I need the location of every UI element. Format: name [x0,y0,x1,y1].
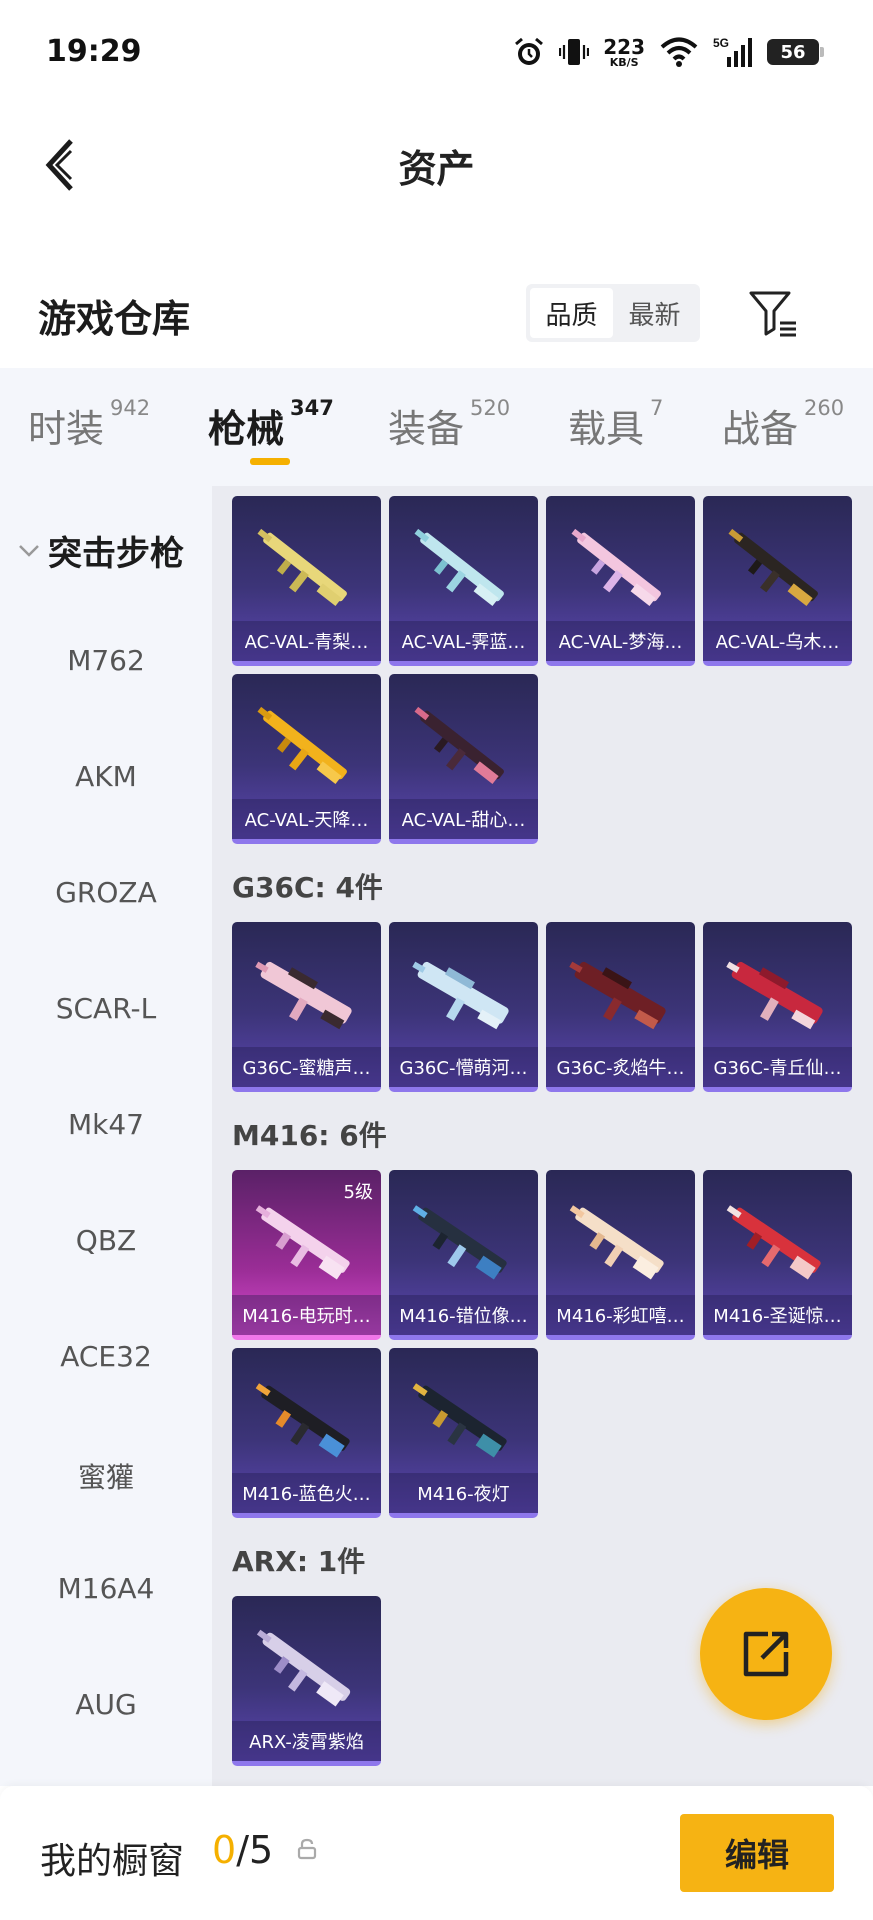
tab-vehicles[interactable]: 载具 7 [568,396,663,453]
sort-option-newest[interactable]: 最新 [613,288,696,338]
alarm-icon [515,37,544,65]
weapon-card[interactable]: M416-错位像… [389,1170,538,1340]
showcase-bar: 我的橱窗 0/5 编辑 [0,1786,873,1920]
vibrate-icon [559,39,590,65]
weapon-card-label: AC-VAL-乌木… [703,621,852,661]
weapon-card[interactable]: G36C-青丘仙… [703,922,852,1092]
group-title-g36c: G36C: 4件 [232,871,383,904]
weapon-skin-image [728,528,818,606]
sidebar-item-akm[interactable]: AKM [0,760,212,793]
weapon-skin-image [412,1383,507,1458]
status-bar: 19:29 223 KB/S 5G 56 [0,0,873,100]
weapon-card-label: AC-VAL-青梨… [232,621,381,661]
page-title: 资产 [398,147,475,191]
share-icon [743,1631,789,1677]
weapon-skin-image [257,528,347,606]
sidebar-item-scar-l[interactable]: SCAR-L [0,992,212,1025]
weapon-skin-image [571,528,661,606]
tab-weapons[interactable]: 枪械 347 [208,396,334,453]
sidebar-group-assault-rifles[interactable]: 突击步枪 [18,526,184,575]
showcase-count: 0/5 [212,1828,274,1872]
sidebar-item-aug[interactable]: AUG [0,1688,212,1721]
weapon-card-label: AC-VAL-天降… [232,799,381,839]
wifi-icon [660,37,698,67]
filter-icon [749,291,796,337]
tab-outfits[interactable]: 时装 942 [28,396,150,453]
weapon-card[interactable]: G36C-懵萌河… [389,922,538,1092]
weapon-card[interactable]: AC-VAL-梦海… [546,496,695,666]
tab-equipment[interactable]: 装备 520 [388,396,510,453]
sidebar-item-m762[interactable]: M762 [0,644,212,677]
weapon-card-label: ARX-凌霄紫焰 [232,1721,381,1761]
weapon-skin-image [414,528,504,606]
sidebar-item-m16a4[interactable]: M16A4 [0,1572,212,1605]
status-icons: 223 KB/S 5G 56 [513,30,824,74]
weapon-skin-image [257,706,347,784]
weapon-skin-image [414,706,504,784]
weapon-card[interactable]: AC-VAL-霁蓝… [389,496,538,666]
weapon-card[interactable]: AC-VAL-青梨… [232,496,381,666]
edit-button[interactable]: 编辑 [680,1814,834,1892]
weapon-card-label: G36C-炙焰牛… [546,1047,695,1087]
weapon-card-label: M416-夜灯 [389,1473,538,1513]
weapon-sidebar: 突击步枪 M762 AKM GROZA SCAR-L Mk47 QBZ ACE3… [0,486,212,1786]
group-title-m416: M416: 6件 [232,1119,387,1152]
weapon-card[interactable]: G36C-炙焰牛… [546,922,695,1092]
weapon-card[interactable]: M416-彩虹嘻… [546,1170,695,1340]
sidebar-item-qbz[interactable]: QBZ [0,1224,212,1257]
category-tabs: 时装 942 枪械 347 装备 520 载具 7 战备 260 [0,368,873,486]
filter-button[interactable] [746,286,800,340]
weapon-card-label: G36C-懵萌河… [389,1047,538,1087]
weapon-card-label: AC-VAL-甜心… [389,799,538,839]
weapon-skin-image [569,1205,664,1280]
weapon-card-label: AC-VAL-梦海… [546,621,695,661]
weapon-card[interactable]: AC-VAL-天降… [232,674,381,844]
weapon-skin-image [255,1383,350,1458]
sidebar-item-ace32[interactable]: ACE32 [0,1340,212,1373]
weapon-card[interactable]: ARX-凌霄紫焰 [232,1596,381,1766]
sort-toggle: 品质 最新 [526,284,700,342]
weapon-skin-image [726,1205,821,1280]
sidebar-item-mk47[interactable]: Mk47 [0,1108,212,1141]
weapon-card-label: AC-VAL-霁蓝… [389,621,538,661]
weapon-card-label: M416-蓝色火… [232,1473,381,1513]
weapon-card-label: M416-圣诞惊… [703,1295,852,1335]
weapon-card-label: G36C-青丘仙… [703,1047,852,1087]
sidebar-item-honey-badger[interactable]: 蜜獾 [0,1456,212,1496]
weapon-card[interactable]: G36C-蜜糖声… [232,922,381,1092]
active-tab-indicator [250,458,290,465]
status-time: 19:29 [46,34,142,69]
weapon-card-label: M416-电玩时… [232,1295,381,1335]
weapon-skin-image [255,1205,350,1280]
lock-icon [297,1838,317,1860]
weapon-skin-image [412,1205,507,1280]
warehouse-title: 游戏仓库 [38,297,191,341]
chevron-down-icon [19,544,39,557]
weapon-card-label: M416-错位像… [389,1295,538,1335]
sidebar-item-groza[interactable]: GROZA [0,876,212,909]
weapon-card-label: G36C-蜜糖声… [232,1047,381,1087]
weapon-skin-image [255,961,352,1030]
battery-icon: 56 [767,39,824,65]
tab-supplies[interactable]: 战备 260 [722,396,844,453]
weapon-card[interactable]: 5级 M416-电玩时… [232,1170,381,1340]
weapon-card[interactable]: AC-VAL-乌木… [703,496,852,666]
net-speed: 223 KB/S [603,34,645,69]
weapon-skin-image [256,1629,351,1707]
svg-text:5G: 5G [713,36,729,50]
weapon-card[interactable]: M416-蓝色火… [232,1348,381,1518]
weapon-card[interactable]: AC-VAL-甜心… [389,674,538,844]
cell-signal-icon: 5G [713,36,752,67]
weapon-skin-image [412,961,509,1030]
sort-option-quality[interactable]: 品质 [530,288,613,338]
weapon-card-label: M416-彩虹嘻… [546,1295,695,1335]
showcase-title: 我的橱窗 [40,1841,185,1882]
weapon-card[interactable]: M416-夜灯 [389,1348,538,1518]
share-button[interactable] [700,1588,832,1720]
group-title-arx: ARX: 1件 [232,1545,366,1578]
weapon-skin-image [726,961,823,1030]
weapon-card[interactable]: M416-圣诞惊… [703,1170,852,1340]
weapon-skin-image [569,961,666,1030]
